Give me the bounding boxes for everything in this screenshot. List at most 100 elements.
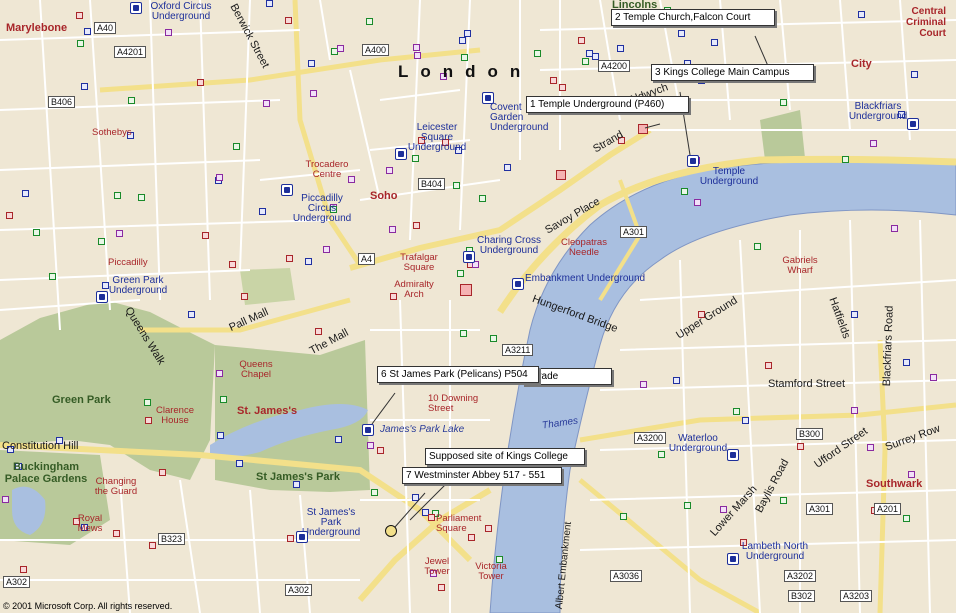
- temple-pushpin-icon[interactable]: [638, 124, 648, 134]
- callout-temple-church[interactable]: 2 Temple Church,Falcon Court: [611, 9, 775, 26]
- kings-college-pushpin-icon[interactable]: [460, 284, 472, 296]
- poi-marker-icon[interactable]: [81, 83, 88, 90]
- poi-marker-icon[interactable]: [412, 494, 419, 501]
- savoy-pushpin-icon[interactable]: [556, 170, 566, 180]
- poi-marker-icon[interactable]: [414, 52, 421, 59]
- poi-marker-icon[interactable]: [640, 381, 647, 388]
- poi-marker-icon[interactable]: [216, 370, 223, 377]
- tube-icon[interactable]: [395, 148, 407, 160]
- pelican-marker-icon[interactable]: [362, 424, 374, 436]
- poi-marker-icon[interactable]: [620, 513, 627, 520]
- poi-marker-icon[interactable]: [259, 208, 266, 215]
- poi-marker-icon[interactable]: [266, 0, 273, 7]
- poi-marker-icon[interactable]: [479, 195, 486, 202]
- poi-marker-icon[interactable]: [138, 194, 145, 201]
- poi-marker-icon[interactable]: [617, 45, 624, 52]
- poi-marker-icon[interactable]: [285, 17, 292, 24]
- tube-icon[interactable]: [281, 184, 293, 196]
- poi-marker-icon[interactable]: [908, 471, 915, 478]
- poi-marker-icon[interactable]: [673, 377, 680, 384]
- poi-marker-icon[interactable]: [842, 156, 849, 163]
- poi-marker-icon[interactable]: [49, 273, 56, 280]
- poi-marker-icon[interactable]: [678, 30, 685, 37]
- poi-marker-icon[interactable]: [33, 229, 40, 236]
- poi-marker-icon[interactable]: [236, 460, 243, 467]
- poi-marker-icon[interactable]: [6, 212, 13, 219]
- poi-marker-icon[interactable]: [582, 58, 589, 65]
- poi-marker-icon[interactable]: [367, 442, 374, 449]
- poi-marker-icon[interactable]: [903, 515, 910, 522]
- poi-marker-icon[interactable]: [851, 407, 858, 414]
- poi-marker-icon[interactable]: [586, 50, 593, 57]
- poi-marker-icon[interactable]: [308, 60, 315, 67]
- poi-marker-icon[interactable]: [113, 530, 120, 537]
- poi-marker-icon[interactable]: [287, 535, 294, 542]
- poi-marker-icon[interactable]: [149, 542, 156, 549]
- poi-marker-icon[interactable]: [867, 444, 874, 451]
- poi-marker-icon[interactable]: [197, 79, 204, 86]
- poi-marker-icon[interactable]: [377, 447, 384, 454]
- poi-marker-icon[interactable]: [229, 261, 236, 268]
- poi-marker-icon[interactable]: [681, 188, 688, 195]
- poi-marker-icon[interactable]: [559, 84, 566, 91]
- map-canvas[interactable]: Marylebone Soho St. James's Southwark Ci…: [0, 0, 956, 613]
- poi-marker-icon[interactable]: [930, 374, 937, 381]
- callout-temple-underground[interactable]: 1 Temple Underground (P460): [526, 96, 689, 113]
- poi-marker-icon[interactable]: [684, 502, 691, 509]
- abbey-pushpin-icon[interactable]: [385, 525, 397, 537]
- poi-marker-icon[interactable]: [797, 443, 804, 450]
- poi-marker-icon[interactable]: [22, 190, 29, 197]
- poi-marker-icon[interactable]: [188, 311, 195, 318]
- poi-marker-icon[interactable]: [233, 143, 240, 150]
- poi-marker-icon[interactable]: [468, 534, 475, 541]
- poi-marker-icon[interactable]: [116, 230, 123, 237]
- poi-marker-icon[interactable]: [144, 399, 151, 406]
- poi-marker-icon[interactable]: [490, 335, 497, 342]
- poi-marker-icon[interactable]: [315, 328, 322, 335]
- poi-marker-icon[interactable]: [461, 54, 468, 61]
- poi-marker-icon[interactable]: [459, 37, 466, 44]
- poi-marker-icon[interactable]: [371, 489, 378, 496]
- poi-marker-icon[interactable]: [305, 258, 312, 265]
- poi-marker-icon[interactable]: [337, 45, 344, 52]
- poi-marker-icon[interactable]: [460, 330, 467, 337]
- poi-marker-icon[interactable]: [780, 497, 787, 504]
- poi-marker-icon[interactable]: [428, 514, 435, 521]
- tube-icon[interactable]: [96, 291, 108, 303]
- tube-icon[interactable]: [512, 278, 524, 290]
- poi-marker-icon[interactable]: [217, 432, 224, 439]
- poi-marker-icon[interactable]: [742, 417, 749, 424]
- poi-marker-icon[interactable]: [903, 359, 910, 366]
- poi-marker-icon[interactable]: [457, 270, 464, 277]
- callout-supposed-site[interactable]: Supposed site of Kings College: [425, 448, 585, 465]
- poi-marker-icon[interactable]: [534, 50, 541, 57]
- poi-marker-icon[interactable]: [694, 199, 701, 206]
- poi-marker-icon[interactable]: [851, 311, 858, 318]
- poi-marker-icon[interactable]: [323, 246, 330, 253]
- poi-marker-icon[interactable]: [128, 97, 135, 104]
- poi-marker-icon[interactable]: [165, 29, 172, 36]
- poi-marker-icon[interactable]: [780, 99, 787, 106]
- poi-marker-icon[interactable]: [413, 44, 420, 51]
- poi-marker-icon[interactable]: [159, 469, 166, 476]
- poi-marker-icon[interactable]: [891, 225, 898, 232]
- poi-marker-icon[interactable]: [366, 18, 373, 25]
- poi-marker-icon[interactable]: [453, 182, 460, 189]
- callout-kings-college-main[interactable]: 3 Kings College Main Campus: [651, 64, 814, 81]
- poi-marker-icon[interactable]: [438, 584, 445, 591]
- poi-marker-icon[interactable]: [413, 222, 420, 229]
- poi-marker-icon[interactable]: [578, 37, 585, 44]
- poi-marker-icon[interactable]: [858, 11, 865, 18]
- poi-marker-icon[interactable]: [870, 140, 877, 147]
- poi-marker-icon[interactable]: [464, 30, 471, 37]
- poi-marker-icon[interactable]: [220, 396, 227, 403]
- poi-marker-icon[interactable]: [76, 12, 83, 19]
- tube-icon[interactable]: [907, 118, 919, 130]
- poi-marker-icon[interactable]: [335, 436, 342, 443]
- poi-marker-icon[interactable]: [310, 90, 317, 97]
- poi-marker-icon[interactable]: [2, 496, 9, 503]
- poi-marker-icon[interactable]: [592, 53, 599, 60]
- poi-marker-icon[interactable]: [550, 77, 557, 84]
- tube-icon[interactable]: [727, 553, 739, 565]
- callout-st-james-pelicans[interactable]: 6 St James Park (Pelicans) P504: [377, 366, 539, 383]
